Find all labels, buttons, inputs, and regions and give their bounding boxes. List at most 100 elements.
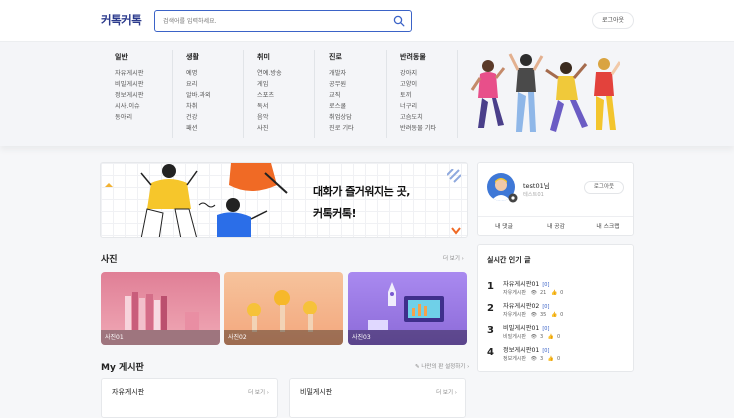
menu-item[interactable]: 강아지 bbox=[400, 68, 470, 79]
eye-icon: 👁 bbox=[530, 290, 537, 296]
menu-item[interactable]: 고슴도치 bbox=[400, 112, 470, 123]
search-box[interactable] bbox=[154, 10, 412, 32]
eye-icon: 👁 bbox=[530, 312, 537, 318]
menu-column-career: 진로 개발자 공무원 교직 로스쿨 취업상담 진로 기타 bbox=[329, 52, 399, 134]
comment-count: [0] bbox=[542, 282, 550, 288]
popular-title: 실시간 인기 글 bbox=[487, 256, 531, 264]
menu-item[interactable]: 요리 bbox=[186, 79, 256, 90]
category-menu: 일반 자유게시판 비밀게시판 정보게시판 시사.이슈 동아리 생활 예명 요리 … bbox=[0, 42, 734, 146]
menu-item[interactable]: 개발자 bbox=[329, 68, 399, 79]
photos-section-title: 사진 bbox=[101, 255, 118, 265]
menu-item[interactable]: 정보게시판 bbox=[115, 90, 185, 101]
board-title: 비밀게시판 bbox=[300, 388, 333, 396]
rank-number: 4 bbox=[487, 347, 494, 358]
like-count: 0 bbox=[556, 334, 561, 340]
menu-item[interactable]: 자유게시판 bbox=[115, 68, 185, 79]
menu-item[interactable]: 고양이 bbox=[400, 79, 470, 90]
photo-card[interactable]: 사진01 bbox=[101, 272, 220, 345]
view-count: 3 bbox=[539, 356, 544, 362]
menu-head[interactable]: 진로 bbox=[329, 52, 399, 62]
chevron-icon bbox=[451, 227, 461, 235]
menu-item[interactable]: 동아리 bbox=[115, 112, 185, 123]
search-icon[interactable] bbox=[393, 15, 405, 27]
divider bbox=[172, 50, 173, 138]
board-card-secret[interactable]: 비밀게시판 더 보기 › bbox=[289, 378, 466, 418]
menu-item[interactable]: 차취 bbox=[186, 101, 256, 112]
popular-item[interactable]: 2 자유게시판02 [0] 자유게시판 👁 35 👍 0 bbox=[487, 299, 627, 321]
profile-nickname: 테스트01 bbox=[523, 192, 544, 198]
popular-item[interactable]: 1 자유게시판01 [0] 자유게시판 👁 21 👍 0 bbox=[487, 277, 627, 299]
menu-item[interactable]: 예명 bbox=[186, 68, 256, 79]
thumbs-up-icon: 👍 bbox=[547, 356, 554, 362]
menu-head[interactable]: 취미 bbox=[257, 52, 327, 62]
edit-icon: ✎ bbox=[415, 364, 420, 370]
menu-item[interactable]: 너구리 bbox=[400, 101, 470, 112]
menu-item[interactable]: 공무원 bbox=[329, 79, 399, 90]
promo-banner[interactable]: 대화가 즐거워지는 곳, 커톡커톡! bbox=[100, 162, 468, 238]
menu-item[interactable]: 건강 bbox=[186, 112, 256, 123]
photos-more-link[interactable]: 더 보기 › bbox=[443, 254, 464, 262]
popular-posts-panel: 실시간 인기 글 1 자유게시판01 [0] 자유게시판 👁 21 👍 0 2 자유게… bbox=[477, 244, 634, 372]
menu-item[interactable]: 반려동물 기타 bbox=[400, 123, 470, 134]
board-name: 정보게시판 bbox=[503, 356, 527, 362]
menu-item[interactable]: 음악 bbox=[257, 112, 327, 123]
tab-my-scraps[interactable]: 내 스크랩 bbox=[582, 217, 634, 237]
board-more-link[interactable]: 더 보기 › bbox=[436, 388, 457, 396]
menu-item[interactable]: 로스쿨 bbox=[329, 101, 399, 112]
thumbs-up-icon: 👍 bbox=[547, 334, 554, 340]
photo-card[interactable]: 사진02 bbox=[224, 272, 343, 345]
menu-item[interactable]: 게임 bbox=[257, 79, 327, 90]
photo-card[interactable]: 사진03 bbox=[348, 272, 467, 345]
myboard-section-title: My 게시판 bbox=[101, 363, 144, 373]
menu-item[interactable]: 독서 bbox=[257, 101, 327, 112]
menu-item[interactable]: 시사.이슈 bbox=[115, 101, 185, 112]
gear-icon[interactable] bbox=[508, 193, 518, 203]
search-input[interactable] bbox=[163, 14, 383, 28]
menu-item[interactable]: 패션 bbox=[186, 123, 256, 134]
divider bbox=[457, 50, 458, 138]
thumbs-up-icon: 👍 bbox=[550, 290, 558, 296]
menu-column-pets: 반려동물 강아지 고양이 토끼 너구리 고슴도치 반려동물 기타 bbox=[400, 52, 470, 134]
popular-item[interactable]: 3 비밀게시판01 [0] 비밀게시판 👁 3 👍 0 bbox=[487, 321, 627, 343]
rank-number: 3 bbox=[487, 325, 494, 336]
profile-card: test01님 테스트01 로그아웃 내 댓글 내 공감 내 스크랩 bbox=[477, 162, 634, 236]
like-count: 0 bbox=[560, 312, 564, 318]
menu-item[interactable]: 알바.과외 bbox=[186, 90, 256, 101]
menu-item[interactable]: 진로 기타 bbox=[329, 123, 399, 134]
logout-button[interactable]: 로그아웃 bbox=[592, 12, 634, 29]
thumbs-up-icon: 👍 bbox=[550, 312, 558, 318]
board-more-link[interactable]: 더 보기 › bbox=[248, 388, 269, 396]
menu-item[interactable]: 토끼 bbox=[400, 90, 470, 101]
menu-item[interactable]: 스포츠 bbox=[257, 90, 327, 101]
menu-column-hobby: 취미 연예.방송 게임 스포츠 독서 음악 사진 bbox=[257, 52, 327, 134]
menu-head[interactable]: 반려동물 bbox=[400, 52, 470, 62]
post-title: 자유게시판02 bbox=[503, 303, 540, 310]
menu-item[interactable]: 사진 bbox=[257, 123, 327, 134]
menu-column-general: 일반 자유게시판 비밀게시판 정보게시판 시사.이슈 동아리 bbox=[115, 52, 185, 123]
menu-item[interactable]: 취업상담 bbox=[329, 112, 399, 123]
like-count: 0 bbox=[556, 356, 561, 362]
site-logo[interactable]: 커톡커톡 bbox=[101, 12, 142, 28]
profile-name: test01님 bbox=[523, 182, 550, 190]
eye-icon: 👁 bbox=[530, 356, 537, 362]
stripes-icon bbox=[447, 169, 461, 183]
myboard-settings-link[interactable]: ✎ 나만의 판 설정하기 › bbox=[415, 362, 469, 370]
profile-tabs: 내 댓글 내 공감 내 스크랩 bbox=[478, 216, 633, 236]
menu-item[interactable]: 비밀게시판 bbox=[115, 79, 185, 90]
eye-icon: 👁 bbox=[530, 334, 537, 340]
banner-brand: 커톡커톡! bbox=[313, 207, 357, 220]
menu-item[interactable]: 교직 bbox=[329, 90, 399, 101]
photo-caption: 사진02 bbox=[224, 330, 343, 345]
tab-my-comments[interactable]: 내 댓글 bbox=[478, 217, 530, 237]
comment-count: [0] bbox=[542, 304, 550, 310]
menu-head[interactable]: 일반 bbox=[115, 52, 185, 62]
post-title: 자유게시판01 bbox=[503, 281, 540, 288]
tab-my-likes[interactable]: 내 공감 bbox=[530, 217, 582, 237]
menu-head[interactable]: 생활 bbox=[186, 52, 256, 62]
photo-caption: 사진03 bbox=[348, 330, 467, 345]
popular-item[interactable]: 4 정보게시판01 [0] 정보게시판 👁 3 👍 0 bbox=[487, 343, 627, 365]
board-card-free[interactable]: 자유게시판 더 보기 › bbox=[101, 378, 278, 418]
board-name: 비밀게시판 bbox=[503, 334, 527, 340]
profile-logout-button[interactable]: 로그아웃 bbox=[584, 181, 624, 194]
menu-item[interactable]: 연예.방송 bbox=[257, 68, 327, 79]
